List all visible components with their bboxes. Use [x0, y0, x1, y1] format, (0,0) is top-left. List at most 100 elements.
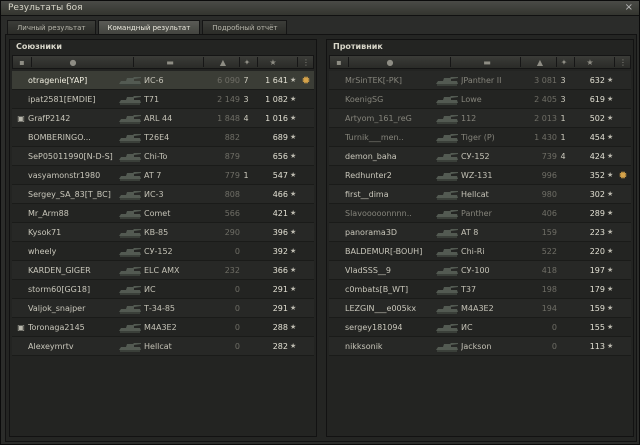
player-row[interactable]: nikksonik Jackson 0 113 ★ — [329, 337, 631, 356]
player-row[interactable]: VladSSS__9 СУ-100 418 197 ★ — [329, 261, 631, 280]
player-row[interactable]: wheely СУ-152 0 392 ★ — [12, 242, 314, 261]
player-name: MrSinTEK[-PK] — [345, 76, 402, 85]
enemies-header-more-icon[interactable]: ⋮ — [616, 56, 630, 68]
damage-value: 159 — [541, 228, 557, 237]
player-row[interactable]: first__dima Hellcat 980 302 ★ — [329, 185, 631, 204]
player-row[interactable]: Artyom_161_reG 112 2 013 1 502 ★ — [329, 109, 631, 128]
player-row[interactable]: BOMBERINGO... T26E4 882 689 ★ — [12, 128, 314, 147]
close-icon[interactable]: × — [625, 2, 633, 13]
player-row[interactable]: Slavooooonnnn.. Panther 406 289 ★ — [329, 204, 631, 223]
kills-value — [240, 318, 252, 337]
xp-star-icon: ★ — [290, 95, 297, 103]
player-row[interactable]: otragenie[YAP] ИС-6 6 090 7 1 641 ★ ✹ — [12, 71, 314, 90]
player-row[interactable]: Kysok71 КВ-85 290 396 ★ — [12, 223, 314, 242]
kills-value — [240, 185, 252, 204]
tank-image — [433, 242, 461, 261]
xp-star-icon: ★ — [607, 228, 614, 236]
allies-header-tank-icon[interactable]: ▬ — [135, 56, 205, 68]
enemies-header-chat-icon[interactable]: ▪ — [333, 56, 345, 68]
tank-silhouette-icon — [436, 286, 458, 295]
player-row[interactable]: c0mbats[B_WT] T37 198 179 ★ — [329, 280, 631, 299]
player-row[interactable]: Alexeymrtv Hellcat 0 282 ★ — [12, 337, 314, 356]
xp-star-icon: ★ — [607, 76, 614, 84]
kills-value — [557, 204, 569, 223]
tank-silhouette-icon — [119, 324, 141, 333]
player-row[interactable]: Redhunter2 WZ-131 996 352 ★ ✹ — [329, 166, 631, 185]
xp-star-icon: ★ — [290, 304, 297, 312]
xp-star-icon: ★ — [607, 152, 614, 160]
chat-icon: ▣ — [17, 114, 25, 123]
medal-icon[interactable]: ✹ — [616, 166, 630, 185]
damage-value: 6 090 — [217, 76, 240, 85]
player-row[interactable]: vasyamonstr1980 AT 7 779 1 547 ★ — [12, 166, 314, 185]
tank-image — [116, 166, 144, 185]
player-row[interactable]: Sergey_SA_83[T_BC] ИС-3 808 466 ★ — [12, 185, 314, 204]
player-row[interactable]: ipat2581[EMDIE] T71 2 149 3 1 082 ★ — [12, 90, 314, 109]
tank-name: Т-34-85 — [144, 304, 176, 313]
tank-silhouette-icon — [119, 286, 141, 295]
allies-header-player-icon[interactable]: ● — [33, 56, 113, 68]
xp-value: 113 — [589, 342, 605, 351]
enemies-header-damage-icon[interactable]: ▲ — [522, 56, 558, 68]
player-name: otragenie[YAP] — [28, 76, 88, 85]
player-row[interactable]: Turnik___men.. Tiger (P) 1 430 1 454 ★ — [329, 128, 631, 147]
player-row[interactable]: ▣ Toronaga2145 M4A3E2 0 288 ★ — [12, 318, 314, 337]
medal-icon[interactable]: ✹ — [299, 71, 313, 90]
enemies-header-divider — [348, 57, 349, 67]
damage-value: 566 — [224, 209, 240, 218]
tab-detailed-report[interactable]: Подробный отчёт — [202, 20, 288, 34]
tab-team-result[interactable]: Командный результат — [97, 20, 201, 34]
player-row[interactable]: demon_baha СУ-152 739 4 424 ★ — [329, 147, 631, 166]
allies-header-star-icon[interactable]: ★ — [259, 56, 287, 68]
player-row[interactable]: storm60[GG18] ИС 0 291 ★ — [12, 280, 314, 299]
player-row[interactable]: ▣ GrafP2142 ARL 44 1 848 4 1 016 ★ — [12, 109, 314, 128]
player-slot — [15, 90, 27, 109]
tank-silhouette-icon — [436, 248, 458, 257]
allies-header-chat-icon[interactable]: ▪ — [16, 56, 28, 68]
battle-results-window: Результаты боя × Личный результат Команд… — [0, 0, 640, 445]
allies-header-more-icon[interactable]: ⋮ — [299, 56, 313, 68]
tank-name: Comet — [144, 209, 171, 218]
enemies-header-tank-icon[interactable]: ▬ — [452, 56, 522, 68]
enemies-header-star-icon[interactable]: ★ — [576, 56, 604, 68]
tab-personal-result[interactable]: Личный результат — [7, 20, 96, 34]
player-row[interactable]: SeP05011990[N-D-S] Chi-To 879 656 ★ — [12, 147, 314, 166]
player-row[interactable]: Mr_Arm88 Comet 566 421 ★ — [12, 204, 314, 223]
xp-star-icon: ★ — [290, 171, 297, 179]
player-row[interactable]: LEZGIN___e005kx M4A3E2 194 159 ★ — [329, 299, 631, 318]
tank-name: ИС-3 — [144, 190, 164, 199]
kills-value — [240, 128, 252, 147]
player-slot — [332, 242, 344, 261]
tank-image — [433, 166, 461, 185]
xp-value: 454 — [589, 133, 605, 142]
tank-silhouette-icon — [436, 210, 458, 219]
tank-name: ИС-6 — [144, 76, 164, 85]
tank-image — [116, 147, 144, 166]
xp-value: 289 — [589, 209, 605, 218]
tank-image — [433, 128, 461, 147]
player-row[interactable]: BALDEMUR[-BOUH] Chi-Ri 522 220 ★ — [329, 242, 631, 261]
player-row[interactable]: Valjok_snajper Т-34-85 0 291 ★ — [12, 299, 314, 318]
damage-value: 739 — [541, 152, 557, 161]
tank-name: AT 8 — [461, 228, 479, 237]
player-row[interactable]: KoenigSG Lowe 2 405 3 619 ★ — [329, 90, 631, 109]
tank-name: ARL 44 — [144, 114, 173, 123]
enemies-header-player-icon[interactable]: ● — [350, 56, 430, 68]
player-slot — [332, 166, 344, 185]
tank-name: ELC AMX — [144, 266, 180, 275]
allies-header-kills-icon[interactable]: ✦ — [241, 56, 253, 68]
kills-value — [557, 280, 569, 299]
tank-silhouette-icon — [436, 343, 458, 352]
player-name: Redhunter2 — [345, 171, 392, 180]
tank-name: Panther — [461, 209, 492, 218]
player-name: Mr_Arm88 — [28, 209, 69, 218]
allies-header-damage-icon[interactable]: ▲ — [205, 56, 241, 68]
player-row[interactable]: panorama3D AT 8 159 223 ★ — [329, 223, 631, 242]
tank-silhouette-icon — [119, 77, 141, 86]
player-slot — [15, 299, 27, 318]
enemies-header-kills-icon[interactable]: ✦ — [558, 56, 570, 68]
player-row[interactable]: KARDEN_GIGER ELC AMX 232 366 ★ — [12, 261, 314, 280]
tank-name: Chi-Ri — [461, 247, 485, 256]
player-row[interactable]: MrSinTEK[-PK] JPanther II 3 081 3 632 ★ — [329, 71, 631, 90]
player-row[interactable]: sergey181094 ИС 0 155 ★ — [329, 318, 631, 337]
